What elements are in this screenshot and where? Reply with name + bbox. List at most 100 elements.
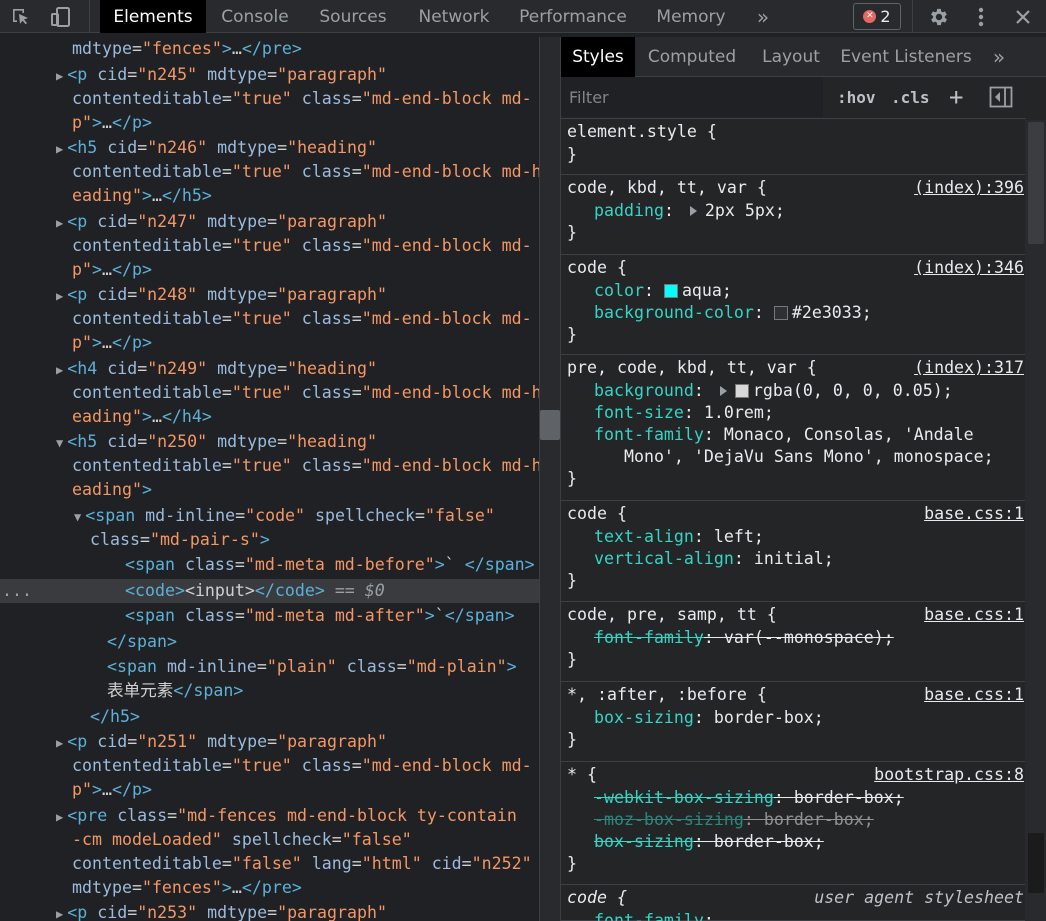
style-property[interactable]: background: rgba(0, 0, 0, 0.05); xyxy=(594,380,953,402)
property-value[interactable]: border-box; xyxy=(764,810,874,829)
selected-node-gutter-dots[interactable]: ... xyxy=(2,579,32,603)
style-property[interactable]: padding: 2px 5px; xyxy=(594,200,785,222)
tab-event-listeners[interactable]: Event Listeners xyxy=(839,37,973,77)
expand-triangle-icon[interactable]: ▶ xyxy=(56,216,63,230)
dom-node-line[interactable]: p">…</p> xyxy=(0,111,152,135)
style-property[interactable]: font-family: var(--monospace); xyxy=(594,627,894,649)
property-value[interactable]: border-box; xyxy=(794,788,904,807)
dom-node-line[interactable]: ▶ <p cid="n251" mdtype="paragraph" xyxy=(0,730,387,754)
dom-node-line[interactable]: contenteditable="true" class="md-end-blo… xyxy=(0,454,540,478)
property-name[interactable]: box-sizing xyxy=(594,708,694,727)
expand-triangle-icon[interactable]: ▶ xyxy=(56,736,63,750)
rule-selector[interactable]: code, pre, samp, tt { xyxy=(567,604,777,626)
rule-source-link[interactable]: (index):317 xyxy=(914,357,1024,379)
dom-node-line[interactable]: <span md-inline="plain" class="md-plain"… xyxy=(0,655,517,679)
rule-selector[interactable]: code { xyxy=(567,503,627,525)
dom-node-line[interactable]: ▶ <h4 cid="n249" mdtype="heading" xyxy=(0,357,377,381)
dom-node-line[interactable]: mdtype="fences">…</pre> xyxy=(0,37,302,61)
property-value[interactable]: initial; xyxy=(754,549,834,568)
property-value[interactable]: #2e3033; xyxy=(792,303,872,322)
dom-node-line[interactable]: ▶ <pre class="md-fences md-end-block ty-c… xyxy=(0,804,517,828)
dom-node-line[interactable]: </h5> xyxy=(0,705,140,729)
expand-shorthand-icon[interactable] xyxy=(719,386,727,396)
property-name[interactable]: padding xyxy=(594,201,664,220)
dom-node-selected[interactable]: ... <code><input></code> == $0 xyxy=(0,579,540,603)
property-value[interactable]: 2px 5px; xyxy=(705,201,785,220)
dom-node-line[interactable]: ▶ <p cid="n248" mdtype="paragraph" xyxy=(0,283,387,307)
dom-node-line[interactable]: p">…</p> xyxy=(0,258,152,282)
rule-source-link[interactable]: base.css:1 xyxy=(924,503,1024,525)
property-name[interactable]: color xyxy=(594,281,644,300)
dom-node-line[interactable]: contenteditable="true" class="md-end-blo… xyxy=(0,160,540,184)
tab-performance[interactable]: Performance xyxy=(510,0,636,33)
rule-source-link[interactable]: base.css:1 xyxy=(924,684,1024,706)
dom-splitter[interactable] xyxy=(539,37,561,921)
style-property[interactable]: text-align: left; xyxy=(594,526,764,548)
color-swatch[interactable] xyxy=(773,306,788,320)
gear-icon[interactable] xyxy=(924,0,954,33)
expand-shorthand-icon[interactable] xyxy=(689,206,697,216)
select-element-icon[interactable] xyxy=(6,0,36,33)
device-toolbar-icon[interactable] xyxy=(46,0,76,33)
rule-selector[interactable]: code, kbd, tt, var { xyxy=(567,177,767,199)
style-property[interactable]: font-size: 1.0rem; xyxy=(594,402,774,424)
dom-node-line[interactable]: ▶ <h5 cid="n246" mdtype="heading" xyxy=(0,136,377,160)
rule-selector[interactable]: *, :after, :before { xyxy=(567,684,767,706)
expand-triangle-icon[interactable]: ▼ xyxy=(74,510,81,524)
dom-node-line[interactable]: <span class="md-meta md-after">`</span> xyxy=(0,604,515,628)
style-property[interactable]: vertical-align: initial; xyxy=(594,548,834,570)
expand-triangle-icon[interactable]: ▶ xyxy=(56,363,63,377)
expand-triangle-icon[interactable]: ▶ xyxy=(56,907,63,921)
property-name[interactable]: background xyxy=(594,381,694,400)
property-value[interactable]: left; xyxy=(714,527,764,546)
tab-memory[interactable]: Memory xyxy=(646,0,736,33)
new-style-rule-button[interactable]: + xyxy=(949,83,963,111)
rule-selector[interactable]: code { xyxy=(567,887,627,909)
styles-scrollbar-thumb[interactable] xyxy=(1028,122,1044,244)
rule-selector[interactable]: element.style { xyxy=(567,121,717,143)
property-value[interactable]: border-box; xyxy=(714,832,824,851)
dom-node-line[interactable]: 表单元素</span> xyxy=(0,679,243,703)
dom-node-line[interactable]: ▶ <p cid="n253" mdtype="paragraph" xyxy=(0,901,387,921)
tab-computed[interactable]: Computed xyxy=(641,37,743,77)
close-icon[interactable] xyxy=(1008,0,1038,33)
expand-triangle-icon[interactable]: ▶ xyxy=(56,69,63,83)
dom-node-line[interactable]: contenteditable="true" class="md-end-blo… xyxy=(0,754,532,778)
property-name[interactable]: box-sizing xyxy=(594,832,694,851)
dom-node-line[interactable]: contenteditable="true" class="md-end-blo… xyxy=(0,87,532,111)
dom-scrollbar-thumb[interactable] xyxy=(540,410,560,440)
style-property[interactable]: -moz-box-sizing: border-box; xyxy=(594,809,874,831)
dom-node-line[interactable]: ▼ <span md-inline="code" spellcheck="fals… xyxy=(0,504,495,528)
dom-node-line[interactable]: ▶ <p cid="n245" mdtype="paragraph" xyxy=(0,63,387,87)
style-property[interactable]: font-family: xyxy=(594,910,724,921)
dom-node-line[interactable]: contenteditable="true" class="md-end-blo… xyxy=(0,234,532,258)
rule-source-link[interactable]: (index):396 xyxy=(914,177,1024,199)
property-value[interactable]: 1.0rem; xyxy=(704,403,774,422)
tab-sources[interactable]: Sources xyxy=(308,0,398,33)
dom-node-line[interactable]: mdtype="fences">…</pre> xyxy=(0,876,302,900)
style-property[interactable]: font-family: Monaco, Consolas, 'Andale xyxy=(594,424,974,446)
dom-node-line[interactable]: ▼ <h5 cid="n250" mdtype="heading" xyxy=(0,430,377,454)
property-name[interactable]: vertical-align xyxy=(594,549,734,568)
property-value[interactable]: aqua; xyxy=(682,281,732,300)
expand-triangle-icon[interactable]: ▶ xyxy=(56,142,63,156)
expand-triangle-icon[interactable]: ▶ xyxy=(56,810,63,824)
hover-state-button[interactable]: :hov xyxy=(837,83,876,111)
property-name[interactable]: -webkit-box-sizing xyxy=(594,788,774,807)
property-name[interactable]: background-color xyxy=(594,303,754,322)
property-name[interactable]: -moz-box-sizing xyxy=(594,810,744,829)
error-count-badge[interactable]: ✕ 2 xyxy=(853,3,901,30)
property-value[interactable]: border-box; xyxy=(714,708,824,727)
property-name[interactable]: font-family xyxy=(594,911,704,921)
expand-triangle-icon[interactable]: ▶ xyxy=(56,289,63,303)
property-value[interactable]: var(--monospace); xyxy=(724,628,894,647)
dom-node-line[interactable]: -cm modeLoaded" spellcheck="false" xyxy=(0,828,412,852)
dom-node-line[interactable]: p">…</p> xyxy=(0,331,152,355)
tab-console[interactable]: Console xyxy=(212,0,298,33)
dom-node-line[interactable]: eading"> xyxy=(0,478,152,502)
tab-styles[interactable]: Styles xyxy=(561,37,635,77)
tab-layout[interactable]: Layout xyxy=(753,37,829,77)
style-property[interactable]: -webkit-box-sizing: border-box; xyxy=(594,787,904,809)
property-name[interactable]: font-family xyxy=(594,628,704,647)
style-property[interactable]: box-sizing: border-box; xyxy=(594,831,824,853)
